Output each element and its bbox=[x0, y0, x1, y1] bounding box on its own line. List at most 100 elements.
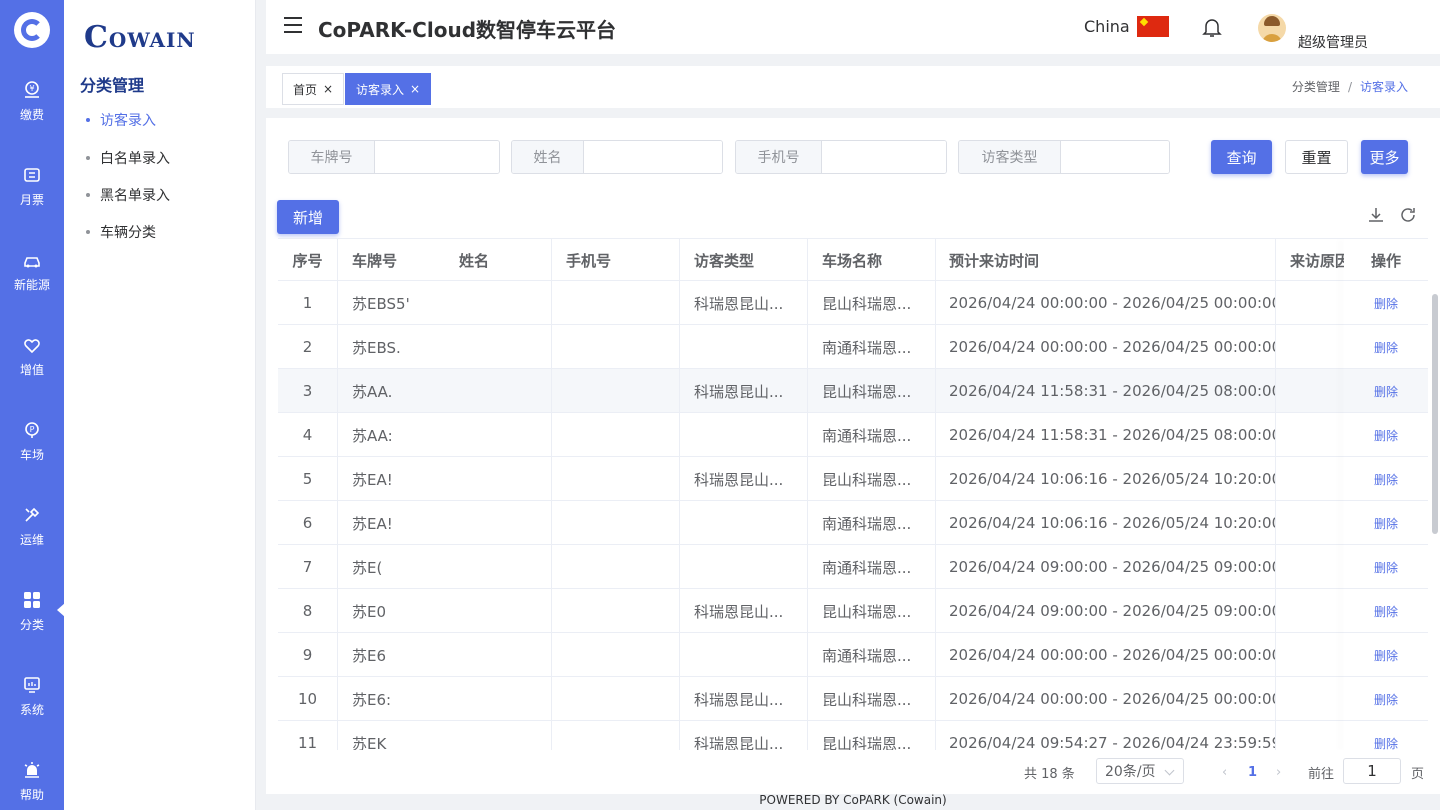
delete-button[interactable]: 删除 bbox=[1374, 647, 1398, 664]
cell-action: 删除 bbox=[1344, 325, 1428, 369]
cell-reason bbox=[1276, 633, 1344, 677]
col-header: 预计来访时间 bbox=[936, 239, 1276, 281]
delete-button[interactable]: 删除 bbox=[1374, 735, 1398, 751]
name-input[interactable] bbox=[584, 141, 722, 173]
page-title: CoPARK-Cloud数智停车云平台 bbox=[318, 18, 617, 42]
cell-no: 4 bbox=[278, 413, 338, 457]
car-icon bbox=[24, 256, 40, 267]
delete-button[interactable]: 删除 bbox=[1374, 295, 1398, 312]
table-row[interactable]: 10 苏E6: 科瑞恩昆山... 昆山科瑞恩... 2026/04/24 00:00:0… bbox=[278, 677, 1428, 721]
rail-item-ops[interactable]: 运维 bbox=[0, 490, 64, 562]
next-page-icon[interactable]: › bbox=[1276, 758, 1281, 786]
cell-reason bbox=[1276, 369, 1344, 413]
menu-item-visitor-entry[interactable]: 访客录入 bbox=[86, 110, 156, 130]
menu-toggle-icon[interactable] bbox=[284, 17, 302, 33]
cell-plate: 苏EBS. bbox=[352, 338, 401, 357]
cell-time: 2026/04/24 11:58:31 - 2026/04/25 08:00:0… bbox=[936, 413, 1276, 457]
bell-icon[interactable] bbox=[1202, 16, 1222, 38]
cell-action: 删除 bbox=[1344, 677, 1428, 721]
table-row[interactable]: 8 苏E0 科瑞恩昆山... 昆山科瑞恩... 2026/04/24 09:00:00 … bbox=[278, 589, 1428, 633]
breadcrumb-parent[interactable]: 分类管理 bbox=[1292, 80, 1340, 94]
menu-item-blacklist[interactable]: 黑名单录入 bbox=[86, 185, 170, 205]
cell-name bbox=[444, 677, 552, 721]
delete-button[interactable]: 删除 bbox=[1374, 691, 1398, 708]
table-row[interactable]: 3 苏AA. 科瑞恩昆山... 昆山科瑞恩... 2026/04/24 11:58:31… bbox=[278, 369, 1428, 413]
download-icon[interactable] bbox=[1367, 206, 1385, 224]
table-row[interactable]: 6 苏EA! 南通科瑞恩... 2026/04/24 10:06:16 - 2026/… bbox=[278, 501, 1428, 545]
rail-item-category[interactable]: 分类 bbox=[0, 575, 65, 647]
phone-input[interactable] bbox=[822, 141, 946, 173]
more-button[interactable]: 更多 bbox=[1361, 140, 1408, 174]
cell-name bbox=[444, 589, 552, 633]
goto-page-input[interactable]: 1 bbox=[1343, 758, 1401, 784]
table-row[interactable]: 1 苏EBS5' 科瑞恩昆山... 昆山科瑞恩... 2026/04/24 00:00:… bbox=[278, 281, 1428, 325]
table-row[interactable]: 4 苏AA: 南通科瑞恩... 2026/04/24 11:58:31 - 2026/… bbox=[278, 413, 1428, 457]
scrollbar-thumb[interactable] bbox=[1432, 294, 1438, 534]
page-number[interactable]: 1 bbox=[1248, 758, 1257, 786]
rail-item-parking-lot[interactable]: P 车场 bbox=[0, 405, 64, 477]
table-row[interactable]: 7 苏E(南通科瑞恩... 2026/04/24 09:00:00 - 2026/0… bbox=[278, 545, 1428, 589]
refresh-icon[interactable] bbox=[1399, 206, 1417, 224]
query-button[interactable]: 查询 bbox=[1211, 140, 1272, 174]
delete-button[interactable]: 删除 bbox=[1374, 559, 1398, 576]
cell-phone bbox=[552, 413, 680, 457]
rail-item-monthly[interactable]: 月票 bbox=[0, 150, 64, 222]
table-row[interactable]: 11 苏EK 科瑞恩昆山... 昆山科瑞恩... 2026/04/24 09:54:27… bbox=[278, 721, 1428, 750]
avatar[interactable] bbox=[1258, 14, 1286, 42]
menu-item-whitelist[interactable]: 白名单录入 bbox=[86, 148, 170, 168]
tab-label: 首页 bbox=[293, 82, 318, 97]
visitor-type-input[interactable] bbox=[1061, 141, 1169, 173]
cell-reason bbox=[1276, 413, 1344, 457]
rail-item-new-energy[interactable]: 新能源 bbox=[0, 235, 64, 307]
table-scrollbar[interactable] bbox=[1432, 294, 1438, 654]
delete-button[interactable]: 删除 bbox=[1374, 515, 1398, 532]
add-button[interactable]: 新增 bbox=[277, 200, 339, 234]
cell-action: 删除 bbox=[1344, 721, 1428, 751]
page-size-select[interactable]: 20条/页 bbox=[1096, 758, 1184, 784]
menu-title: 分类管理 bbox=[80, 76, 145, 95]
table-row[interactable]: 2 苏EBS. 南通科瑞恩... 2026/04/24 00:00:00 - 2026… bbox=[278, 325, 1428, 369]
visitor-table: 序号 车牌号 姓名 手机号 访客类型 车场名称 预计来访时间 来访原因 操作 1… bbox=[278, 238, 1428, 750]
close-icon[interactable]: × bbox=[323, 82, 333, 96]
cell-phone bbox=[552, 545, 680, 589]
user-name[interactable]: 超级管理员 bbox=[1298, 32, 1368, 52]
language-label[interactable]: China bbox=[1084, 17, 1130, 36]
app-logo-icon[interactable] bbox=[14, 12, 50, 48]
cell-lot: 昆山科瑞恩... bbox=[808, 457, 936, 501]
prev-page-icon[interactable]: ‹ bbox=[1222, 758, 1227, 786]
delete-button[interactable]: 删除 bbox=[1374, 603, 1398, 620]
cell-lot: 昆山科瑞恩... bbox=[808, 721, 936, 750]
icon-rail: ¥ 缴费 月票 新能源 增值 P 车场 运维 分类 系统 帮助 bbox=[0, 0, 65, 810]
cell-name bbox=[444, 721, 552, 750]
tab-visitor-entry[interactable]: 访客录入 × bbox=[345, 73, 432, 105]
delete-button[interactable]: 删除 bbox=[1374, 383, 1398, 400]
menu-item-vehicle-category[interactable]: 车辆分类 bbox=[86, 222, 156, 242]
tab-home[interactable]: 首页 × bbox=[282, 73, 345, 105]
sub-menu: COWAIN 分类管理 访客录入 白名单录入 黑名单录入 车辆分类 bbox=[64, 0, 256, 810]
table-row[interactable]: 9 苏E6 南通科瑞恩... 2026/04/24 00:00:00 - 2026/0… bbox=[278, 633, 1428, 677]
filter-label: 访客类型 bbox=[959, 141, 1061, 173]
delete-button[interactable]: 删除 bbox=[1374, 471, 1398, 488]
reset-button[interactable]: 重置 bbox=[1285, 140, 1348, 174]
cell-time: 2026/04/24 10:06:16 - 2026/05/24 10:20:0… bbox=[936, 457, 1276, 501]
rail-item-help[interactable]: 帮助 bbox=[0, 745, 64, 810]
col-header: 手机号 bbox=[552, 239, 680, 281]
rail-item-system[interactable]: 系统 bbox=[0, 660, 64, 732]
cell-lot: 昆山科瑞恩... bbox=[808, 677, 936, 721]
cell-lot: 南通科瑞恩... bbox=[808, 413, 936, 457]
cell-type: 科瑞恩昆山... bbox=[680, 457, 808, 501]
rail-item-value-added[interactable]: 增值 bbox=[0, 320, 64, 392]
delete-button[interactable]: 删除 bbox=[1374, 339, 1398, 356]
cell-lot: 昆山科瑞恩... bbox=[808, 589, 936, 633]
cell-time: 2026/04/24 09:00:00 - 2026/04/25 09:00:0… bbox=[936, 589, 1276, 633]
china-flag-icon[interactable] bbox=[1137, 16, 1169, 37]
filter-phone: 手机号 bbox=[735, 140, 947, 174]
rail-item-payment[interactable]: ¥ 缴费 bbox=[0, 65, 64, 137]
cell-action: 删除 bbox=[1344, 589, 1428, 633]
close-icon[interactable]: × bbox=[410, 82, 420, 96]
table-row[interactable]: 5 苏EA! 科瑞恩昆山... 昆山科瑞恩... 2026/04/24 10:06:16… bbox=[278, 457, 1428, 501]
plate-input[interactable] bbox=[375, 141, 499, 173]
delete-button[interactable]: 删除 bbox=[1374, 427, 1398, 444]
cell-reason bbox=[1276, 281, 1344, 325]
cell-type bbox=[680, 633, 808, 677]
